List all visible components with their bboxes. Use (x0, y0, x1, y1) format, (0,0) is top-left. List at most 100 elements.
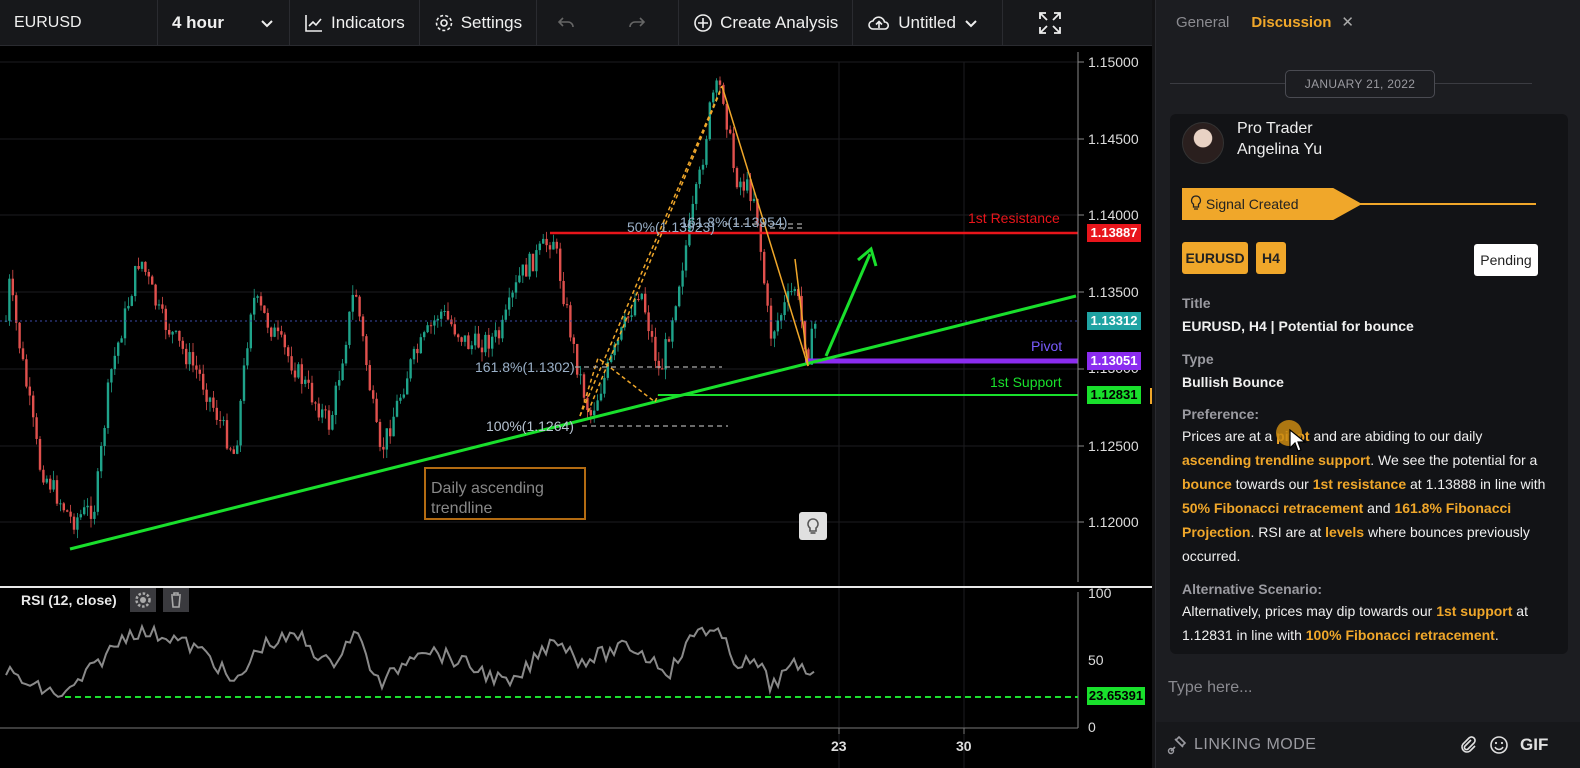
candle-body (542, 238, 545, 244)
signal-created-label: Signal Created (1205, 196, 1299, 212)
candle-body (528, 253, 531, 277)
gif-button[interactable]: GIF (1520, 735, 1548, 755)
candle-body (562, 280, 565, 305)
price-tick: 1.13500 (1088, 284, 1139, 300)
settings-button[interactable]: Settings (420, 0, 538, 45)
highlight-fib-100[interactable]: 100% Fibonacci retracement (1306, 627, 1495, 643)
text-run: at 1.13888 in line with (1406, 476, 1546, 492)
candle-body (718, 80, 722, 85)
chart-area[interactable]: 1.15000 1.14500 1.14000 1.13500 1.13000 … (0, 46, 1158, 768)
emoji-icon[interactable] (1489, 735, 1509, 755)
rsi-value-tag: 23.65391 (1087, 687, 1145, 705)
highlight-resistance[interactable]: 1st resistance (1313, 476, 1406, 492)
trendline-note[interactable]: Daily ascending trendline (424, 467, 586, 520)
redo-button[interactable] (595, 0, 680, 45)
candle-body (239, 400, 242, 446)
link-mode-icon[interactable] (1166, 734, 1188, 756)
candle-body (270, 327, 273, 337)
candle-body (331, 414, 334, 430)
candle-body (450, 319, 453, 325)
create-analysis-button[interactable]: Create Analysis (679, 0, 854, 45)
preference-text: Prices are at a pivot and are abiding to… (1182, 424, 1554, 568)
attachment-icon[interactable] (1458, 735, 1478, 755)
fib-1618-top-label: 161.8%(1.13954) (680, 214, 788, 230)
price-tick: 1.12500 (1088, 438, 1139, 454)
rsi-title: RSI (12, close) (21, 592, 117, 608)
panel-tabs: General Discussion ✕ (1156, 0, 1580, 44)
candle-body (491, 336, 494, 349)
candle-body (59, 503, 62, 505)
highlight-support[interactable]: 1st support (1436, 603, 1512, 619)
lightbulb-icon (807, 518, 819, 534)
highlight-fib-retracement[interactable]: 50% Fibonacci retracement (1182, 500, 1363, 516)
candle-body (378, 421, 382, 447)
candle-body (49, 478, 52, 490)
candle-body (538, 243, 541, 251)
candle-body (671, 320, 674, 342)
avatar[interactable] (1182, 122, 1224, 164)
candle-body (654, 336, 657, 361)
candle-body (348, 311, 351, 345)
save-layout-dropdown[interactable]: Untitled (853, 0, 1004, 45)
candle-body (372, 390, 375, 399)
candle-body (701, 164, 705, 170)
highlight-levels[interactable]: levels (1325, 524, 1364, 540)
timeframe-chip[interactable]: H4 (1256, 242, 1286, 274)
tab-general[interactable]: General (1176, 14, 1229, 31)
candle-body (181, 340, 184, 349)
candle-body (304, 379, 307, 384)
price-chart[interactable] (0, 46, 1152, 768)
highlight-bounce[interactable]: bounce (1182, 476, 1232, 492)
candle-body (321, 409, 324, 418)
candle-body (715, 80, 718, 93)
candle-body (487, 334, 490, 349)
text-run: and are abiding to our daily (1309, 428, 1483, 444)
indicators-button[interactable]: Indicators (290, 0, 420, 45)
candle-body (106, 382, 110, 429)
candle-body (195, 365, 198, 370)
candle-body (382, 446, 385, 450)
rsi-settings-button[interactable] (130, 588, 156, 612)
close-icon[interactable]: ✕ (1341, 13, 1354, 31)
candle-body (287, 347, 290, 357)
highlight-trendline[interactable]: ascending trendline support (1182, 452, 1370, 468)
candle-body (793, 289, 796, 292)
candle-body (242, 365, 246, 401)
linking-mode-label[interactable]: LINKING MODE (1194, 736, 1316, 754)
candle-body (25, 359, 28, 387)
candle-body (334, 385, 337, 415)
candle-body (212, 397, 215, 408)
candle-body (708, 102, 711, 140)
rsi-delete-button[interactable] (163, 588, 189, 612)
candle-body (681, 270, 684, 287)
user-name[interactable]: Angelina Yu (1237, 141, 1322, 159)
undo-button[interactable] (537, 0, 595, 45)
candle-body (21, 348, 25, 360)
candle-body (35, 417, 38, 439)
idea-button[interactable] (799, 512, 827, 540)
candle-body (151, 276, 154, 285)
tab-discussion[interactable]: Discussion (1251, 14, 1331, 31)
candle-body (310, 382, 314, 403)
candle-body (338, 380, 341, 386)
candle-body (96, 471, 99, 512)
symbol-selector[interactable]: EURUSD (0, 0, 158, 45)
chart-grid (0, 61, 1078, 768)
candle-body (355, 294, 358, 297)
candle-body (55, 480, 59, 504)
message-input[interactable] (1168, 670, 1568, 706)
timeframe-dropdown[interactable]: 4 hour (158, 0, 290, 45)
discussion-panel: General Discussion ✕ JANUARY 21, 2022 Pr… (1155, 0, 1580, 768)
candle-body (76, 517, 79, 530)
candle-body (535, 250, 538, 272)
candle-body (477, 333, 480, 348)
status-badge: Pending (1474, 244, 1538, 276)
symbol-chip[interactable]: EURUSD (1182, 242, 1248, 274)
rsi-tick: 50 (1088, 652, 1104, 668)
candle-body (712, 92, 715, 103)
candle-body (185, 348, 188, 365)
fullscreen-button[interactable] (1003, 0, 1097, 45)
candle-body (144, 261, 147, 272)
candle-body (280, 331, 283, 335)
title-value: EURUSD, H4 | Potential for bounce (1182, 318, 1414, 334)
